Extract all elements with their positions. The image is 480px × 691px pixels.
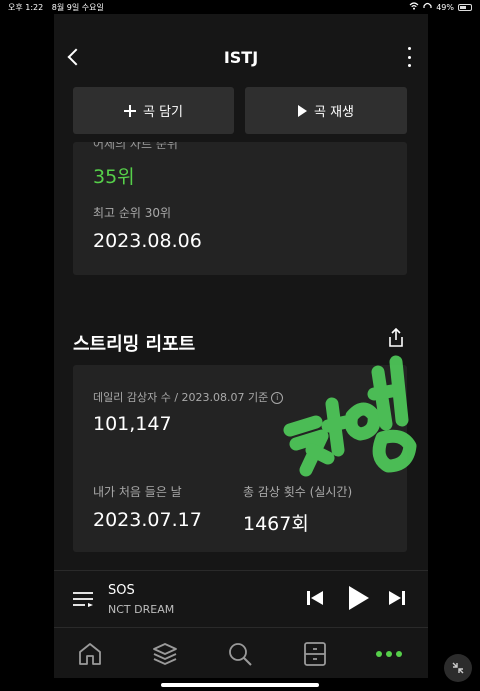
play-pause-button[interactable] <box>346 585 370 611</box>
mini-player-artist[interactable]: NCT DREAM <box>108 603 174 616</box>
total-plays-value: 1467회 <box>243 513 309 535</box>
battery-percent: 49% <box>436 2 454 12</box>
chart-ranking-card: 어제의 차트 순위 35위 최고 순위 30위 2023.08.06 <box>73 142 407 275</box>
first-listen-value: 2023.07.17 <box>93 509 202 531</box>
page-title: ISTJ <box>223 48 259 67</box>
collapse-button[interactable] <box>444 654 472 682</box>
battery-icon <box>458 3 472 11</box>
add-songs-label: 곡 담기 <box>142 105 183 120</box>
plus-icon <box>123 104 136 117</box>
add-songs-button[interactable]: 곡 담기 <box>73 87 234 134</box>
home-icon <box>79 643 101 665</box>
app-screen: ISTJ 곡 담기 곡 재생 어제의 차트 순위 35위 최고 순위 30위 2… <box>54 14 428 678</box>
mini-player-song-title[interactable]: SOS <box>108 583 135 598</box>
bottom-tab-bar <box>54 627 428 678</box>
play-icon <box>297 104 307 117</box>
home-indicator[interactable] <box>161 683 319 687</box>
peak-rank-label: 최고 순위 30위 <box>93 206 172 220</box>
status-indicators: 49% <box>409 2 472 12</box>
playlist-icon[interactable] <box>72 590 94 608</box>
daily-listeners-value: 101,147 <box>93 413 172 435</box>
tab-home[interactable] <box>77 641 103 667</box>
mini-player[interactable]: SOS NCT DREAM <box>54 570 428 626</box>
tab-search[interactable] <box>227 641 253 667</box>
tab-library[interactable] <box>152 641 178 667</box>
header: ISTJ <box>54 14 428 80</box>
more-options-button[interactable] <box>406 47 412 67</box>
yesterday-rank-value: 35위 <box>93 166 135 188</box>
tab-storage[interactable] <box>302 641 328 667</box>
storage-icon <box>304 642 326 666</box>
headphones-icon <box>423 2 432 12</box>
status-bar: 오후 1:22 8월 9일 수요일 49% <box>0 0 480 14</box>
collapse-icon <box>452 662 464 674</box>
status-time-date: 오후 1:22 8월 9일 수요일 <box>8 2 104 13</box>
yesterday-rank-label: 어제의 차트 순위 <box>93 142 178 151</box>
next-track-button[interactable] <box>388 589 406 607</box>
daily-listeners-label: 데일리 감상자 수 / 2023.08.07 기준 i <box>93 389 284 405</box>
play-songs-button[interactable]: 곡 재생 <box>245 87 407 134</box>
library-icon <box>153 643 177 665</box>
play-songs-label: 곡 재생 <box>313 105 354 120</box>
daily-listeners-label-text: 데일리 감상자 수 / 2023.08.07 기준 <box>93 391 269 404</box>
total-plays-label: 총 감상 횟수 (실시간) <box>243 485 353 499</box>
status-time: 오후 1:22 <box>8 3 44 12</box>
search-icon <box>229 643 252 666</box>
more-dots-icon <box>376 651 382 657</box>
status-date: 8월 9일 수요일 <box>51 3 104 12</box>
first-listen-label: 내가 처음 들은 날 <box>93 485 182 499</box>
streaming-report-title: 스트리밍 리포트 <box>73 334 196 355</box>
wifi-icon <box>409 2 419 12</box>
peak-rank-date: 2023.08.06 <box>93 230 202 252</box>
previous-track-button[interactable] <box>306 589 324 607</box>
handwritten-sticker <box>276 332 426 482</box>
tab-more[interactable] <box>376 641 402 667</box>
